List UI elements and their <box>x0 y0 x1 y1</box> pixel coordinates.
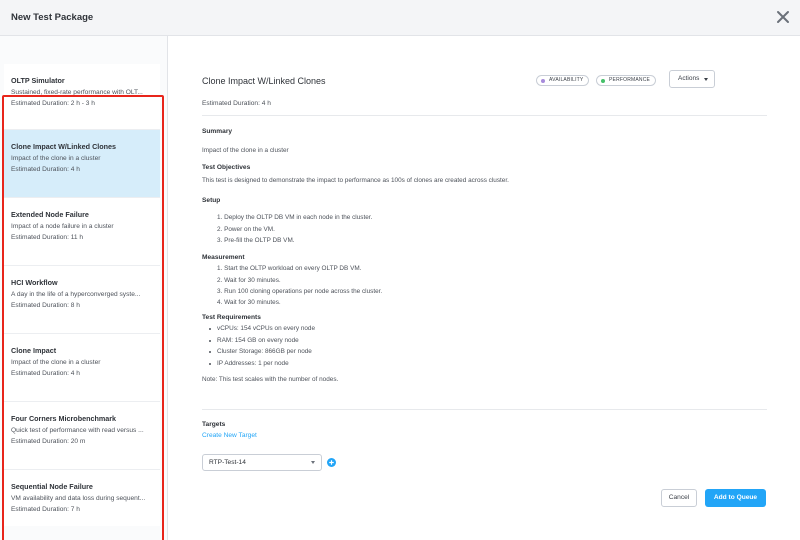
objectives-text: This test is designed to demonstrate the… <box>202 177 509 184</box>
divider <box>202 115 767 116</box>
actions-dropdown-button[interactable]: Actions <box>669 70 715 88</box>
close-icon[interactable] <box>774 8 792 26</box>
package-description: Impact of the clone in a cluster <box>11 359 101 366</box>
availability-badge: AVAILABILITY <box>536 75 590 86</box>
setup-heading: Setup <box>202 197 221 204</box>
package-duration: Estimated Duration: 20 m <box>11 438 86 445</box>
package-description: Sustained, fixed-rate performance with O… <box>11 89 143 96</box>
package-duration: Estimated Duration: 11 h <box>11 234 84 241</box>
package-name: OLTP Simulator <box>11 76 65 85</box>
requirement-item: IP Addresses: 1 per node <box>217 360 289 367</box>
requirements-heading: Test Requirements <box>202 314 261 321</box>
bullet-icon <box>209 351 211 353</box>
target-select[interactable]: RTP-Test-14 <box>202 454 322 471</box>
setup-step: 3. Pre-fill the OLTP DB VM. <box>217 237 295 244</box>
performance-badge: PERFORMANCE <box>596 75 657 86</box>
package-item-clone-impact[interactable]: Clone Impact Impact of the clone in a cl… <box>4 334 160 402</box>
package-duration: Estimated Duration: 4 h <box>11 370 80 377</box>
scaling-note: Note: This test scales with the number o… <box>202 376 339 383</box>
measurement-step: 2. Wait for 30 minutes. <box>217 277 281 284</box>
setup-step: 1. Deploy the OLTP DB VM in each node in… <box>217 214 373 221</box>
package-item-hci-workflow[interactable]: HCI Workflow A day in the life of a hype… <box>4 266 160 334</box>
package-description: Quick test of performance with read vers… <box>11 427 144 434</box>
performance-dot-icon <box>601 78 605 83</box>
package-item-extended-node-failure[interactable]: Extended Node Failure Impact of a node f… <box>4 198 160 266</box>
divider <box>202 409 767 410</box>
add-to-queue-button[interactable]: Add to Queue <box>705 489 766 507</box>
caret-down-icon <box>311 461 315 464</box>
requirement-item: Cluster Storage: 866GB per node <box>217 348 312 355</box>
summary-text: Impact of the clone in a cluster <box>202 147 289 154</box>
setup-step: 2. Power on the VM. <box>217 226 275 233</box>
targets-heading: Targets <box>202 421 226 428</box>
requirement-item: RAM: 154 GB on every node <box>217 337 299 344</box>
package-description: A day in the life of a hyperconverged sy… <box>11 291 141 298</box>
modal-title: New Test Package <box>11 12 94 23</box>
package-detail-panel: Clone Impact W/Linked Clones AVAILABILIT… <box>169 36 800 540</box>
package-duration: Estimated Duration: 8 h <box>11 302 80 309</box>
objectives-heading: Test Objectives <box>202 164 251 171</box>
caret-down-icon <box>704 78 708 81</box>
package-duration: Estimated Duration: 2 h - 3 h <box>11 100 95 107</box>
package-name: Clone Impact W/Linked Clones <box>11 142 117 151</box>
package-title: Clone Impact W/Linked Clones <box>202 76 326 86</box>
modal-header: New Test Package <box>0 0 800 36</box>
package-name: Extended Node Failure <box>11 210 89 219</box>
package-description: VM availability and data loss during seq… <box>11 495 146 502</box>
package-item-sequential-node-failure[interactable]: Sequential Node Failure VM availability … <box>4 470 160 526</box>
package-name: HCI Workflow <box>11 278 58 287</box>
measurement-step: 1. Start the OLTP workload on every OLTP… <box>217 265 362 272</box>
package-item-oltp-simulator[interactable]: OLTP Simulator Sustained, fixed-rate per… <box>4 64 160 130</box>
measurement-heading: Measurement <box>202 254 245 261</box>
bullet-icon <box>209 363 211 365</box>
bullet-icon <box>209 340 211 342</box>
availability-dot-icon <box>541 78 545 83</box>
package-item-four-corners-microbenchmark[interactable]: Four Corners Microbenchmark Quick test o… <box>4 402 160 470</box>
package-duration: Estimated Duration: 4 h <box>11 166 80 173</box>
create-new-target-link[interactable]: Create New Target <box>202 432 257 439</box>
bullet-icon <box>209 328 211 330</box>
package-name: Sequential Node Failure <box>11 482 93 491</box>
package-name: Clone Impact <box>11 346 57 355</box>
cancel-button[interactable]: Cancel <box>661 489 697 507</box>
package-duration: Estimated Duration: 7 h <box>11 506 80 513</box>
measurement-step: 3. Run 100 cloning operations per node a… <box>217 288 383 295</box>
package-description: Impact of the clone in a cluster <box>11 155 101 162</box>
estimated-duration: Estimated Duration: 4 h <box>202 100 271 107</box>
test-package-list: OLTP Simulator Sustained, fixed-rate per… <box>0 36 168 540</box>
measurement-step: 4. Wait for 30 minutes. <box>217 299 281 306</box>
add-target-plus-icon[interactable] <box>327 458 336 467</box>
summary-heading: Summary <box>202 128 233 135</box>
package-description: Impact of a node failure in a cluster <box>11 223 114 230</box>
package-item-clone-impact-linked-clones[interactable]: Clone Impact W/Linked Clones Impact of t… <box>4 130 160 198</box>
requirement-item: vCPUs: 154 vCPUs on every node <box>217 325 316 332</box>
package-name: Four Corners Microbenchmark <box>11 414 117 423</box>
